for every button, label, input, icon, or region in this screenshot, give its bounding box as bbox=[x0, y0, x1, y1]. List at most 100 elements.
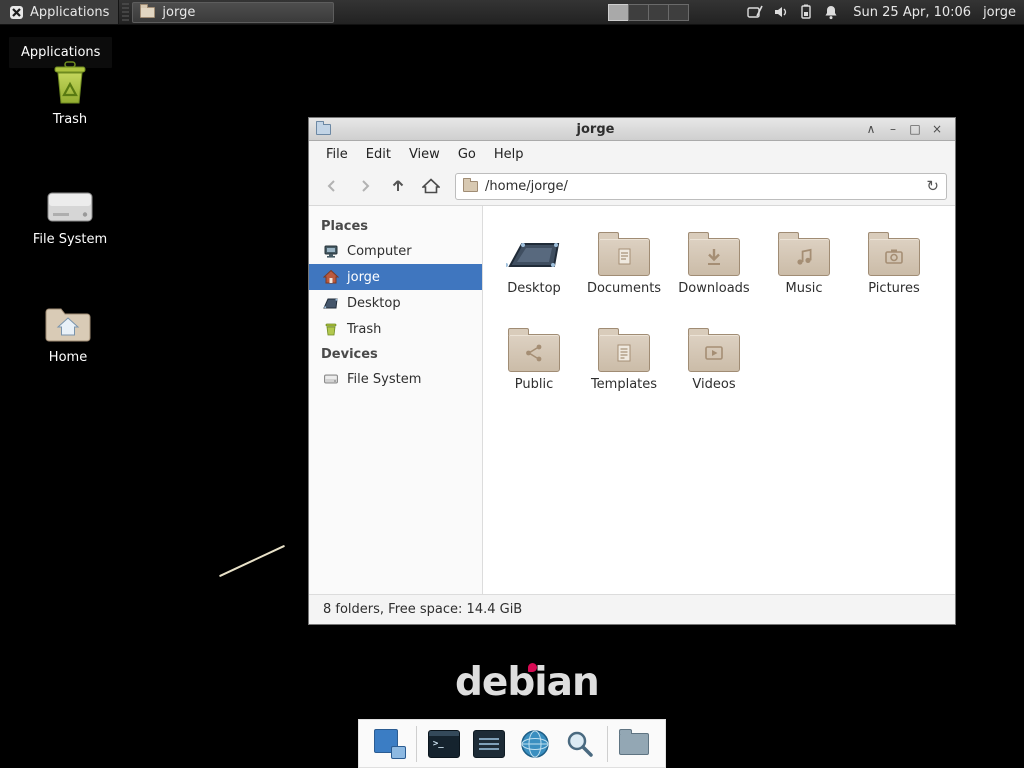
window-title: jorge bbox=[331, 122, 860, 137]
sidebar-item-desktop[interactable]: Desktop bbox=[309, 290, 482, 316]
sidebar-item-jorge[interactable]: jorge bbox=[309, 264, 482, 290]
home-button[interactable] bbox=[416, 172, 446, 200]
menu-edit[interactable]: Edit bbox=[357, 143, 400, 166]
sidebar-item-label: Trash bbox=[347, 322, 381, 337]
terminal-icon: >_ bbox=[428, 730, 460, 758]
file-item-label: Templates bbox=[591, 377, 657, 392]
sidebar-places-header: Places bbox=[309, 214, 482, 238]
taskbar-folder-icon bbox=[140, 7, 155, 18]
panel-right-cluster: Sun 25 Apr, 10:06 jorge bbox=[609, 4, 1024, 21]
home-icon bbox=[422, 178, 440, 194]
file-item-templates[interactable]: Templates bbox=[579, 316, 669, 392]
app-finder-launcher[interactable] bbox=[561, 725, 599, 763]
panel-clock[interactable]: Sun 25 Apr, 10:06 bbox=[853, 5, 971, 20]
menu-view[interactable]: View bbox=[400, 143, 449, 166]
path-input[interactable] bbox=[485, 179, 919, 194]
window-menu-icon[interactable] bbox=[316, 124, 331, 135]
pictures-folder-icon bbox=[868, 238, 920, 276]
window-titlebar[interactable]: jorge ∧ – □ × bbox=[309, 118, 955, 141]
file-item-label: Pictures bbox=[868, 281, 919, 296]
minimize-window-button[interactable]: – bbox=[882, 118, 904, 140]
window-body: Places Computer jorge bbox=[309, 206, 955, 594]
sidebar-item-label: File System bbox=[347, 372, 421, 387]
show-desktop-button[interactable] bbox=[371, 725, 409, 763]
workspace-switcher bbox=[609, 4, 689, 21]
dock-panel: >_ bbox=[358, 719, 666, 768]
workspace-4[interactable] bbox=[668, 4, 689, 21]
file-item-label: Videos bbox=[692, 377, 735, 392]
location-bar[interactable]: ↻ bbox=[455, 173, 947, 200]
file-item-pictures[interactable]: Pictures bbox=[849, 220, 939, 296]
sidebar: Places Computer jorge bbox=[309, 206, 483, 594]
desktop-icon-label: Home bbox=[20, 350, 116, 365]
desktop-icon bbox=[323, 295, 339, 311]
menu-file[interactable]: File bbox=[317, 143, 357, 166]
menu-go[interactable]: Go bbox=[449, 143, 485, 166]
menu-bar: File Edit View Go Help bbox=[309, 141, 955, 167]
close-window-button[interactable]: × bbox=[926, 118, 948, 140]
trash-icon bbox=[323, 321, 339, 337]
notification-bell-icon[interactable] bbox=[823, 4, 839, 20]
chevron-left-icon bbox=[324, 178, 340, 194]
tablet-input-icon[interactable] bbox=[747, 4, 764, 20]
downloads-folder-icon bbox=[688, 238, 740, 276]
maximize-window-button[interactable]: □ bbox=[904, 118, 926, 140]
workspace-2[interactable] bbox=[628, 4, 649, 21]
console-launcher[interactable] bbox=[470, 725, 508, 763]
desktop-icon-home[interactable]: Home bbox=[20, 296, 116, 365]
file-item-public[interactable]: Public bbox=[489, 316, 579, 392]
applications-menu-icon bbox=[9, 5, 24, 20]
applications-menu-button[interactable]: Applications bbox=[0, 0, 119, 24]
chevron-right-icon bbox=[357, 178, 373, 194]
applications-menu-label: Applications bbox=[30, 5, 109, 20]
public-folder-icon bbox=[508, 334, 560, 372]
home-folder-icon bbox=[20, 296, 116, 344]
show-desktop-icon bbox=[374, 729, 406, 759]
file-manager-launcher[interactable] bbox=[615, 725, 653, 763]
desktop-icon-label: File System bbox=[22, 232, 118, 247]
debian-wordmark: debian bbox=[455, 660, 599, 705]
file-item-downloads[interactable]: Downloads bbox=[669, 220, 759, 296]
menu-help[interactable]: Help bbox=[485, 143, 533, 166]
music-folder-icon bbox=[778, 238, 830, 276]
sidebar-item-file-system[interactable]: File System bbox=[309, 366, 482, 392]
globe-icon bbox=[519, 728, 551, 760]
file-view: Desktop Documents bbox=[483, 206, 955, 594]
taskbar-window-button[interactable]: jorge bbox=[132, 2, 334, 23]
reload-icon[interactable]: ↻ bbox=[926, 179, 939, 194]
videos-folder-icon bbox=[688, 334, 740, 372]
documents-folder-icon bbox=[598, 238, 650, 276]
battery-icon[interactable] bbox=[798, 4, 814, 20]
file-item-music[interactable]: Music bbox=[759, 220, 849, 296]
desktop-icon-file-system[interactable]: File System bbox=[22, 178, 118, 247]
sidebar-item-label: Desktop bbox=[347, 296, 401, 311]
up-button[interactable] bbox=[383, 172, 413, 200]
forward-button[interactable] bbox=[350, 172, 380, 200]
file-item-label: Public bbox=[515, 377, 553, 392]
file-item-desktop[interactable]: Desktop bbox=[489, 220, 579, 296]
volume-icon[interactable] bbox=[773, 4, 789, 20]
arrow-up-icon bbox=[390, 178, 406, 194]
workspace-1[interactable] bbox=[608, 4, 629, 21]
terminal-launcher[interactable]: >_ bbox=[425, 725, 463, 763]
sidebar-devices-header: Devices bbox=[309, 342, 482, 366]
file-manager-window: jorge ∧ – □ × File Edit View Go Help ↻ bbox=[308, 117, 956, 625]
templates-folder-icon bbox=[598, 334, 650, 372]
sidebar-item-trash[interactable]: Trash bbox=[309, 316, 482, 342]
panel-user-action[interactable]: jorge bbox=[983, 5, 1016, 20]
file-grid: Desktop Documents bbox=[489, 220, 955, 392]
workspace-3[interactable] bbox=[648, 4, 669, 21]
desktop-icon-trash[interactable]: Trash bbox=[22, 58, 118, 127]
file-item-documents[interactable]: Documents bbox=[579, 220, 669, 296]
back-button[interactable] bbox=[317, 172, 347, 200]
panel-grip bbox=[122, 3, 129, 21]
web-browser-launcher[interactable] bbox=[516, 725, 554, 763]
shade-window-button[interactable]: ∧ bbox=[860, 118, 882, 140]
sidebar-item-computer[interactable]: Computer bbox=[309, 238, 482, 264]
file-item-label: Documents bbox=[587, 281, 661, 296]
file-item-videos[interactable]: Videos bbox=[669, 316, 759, 392]
dock-separator bbox=[607, 726, 608, 762]
location-folder-icon bbox=[463, 181, 478, 192]
drive-icon bbox=[323, 371, 339, 387]
desktop-artifact-line bbox=[219, 545, 285, 577]
